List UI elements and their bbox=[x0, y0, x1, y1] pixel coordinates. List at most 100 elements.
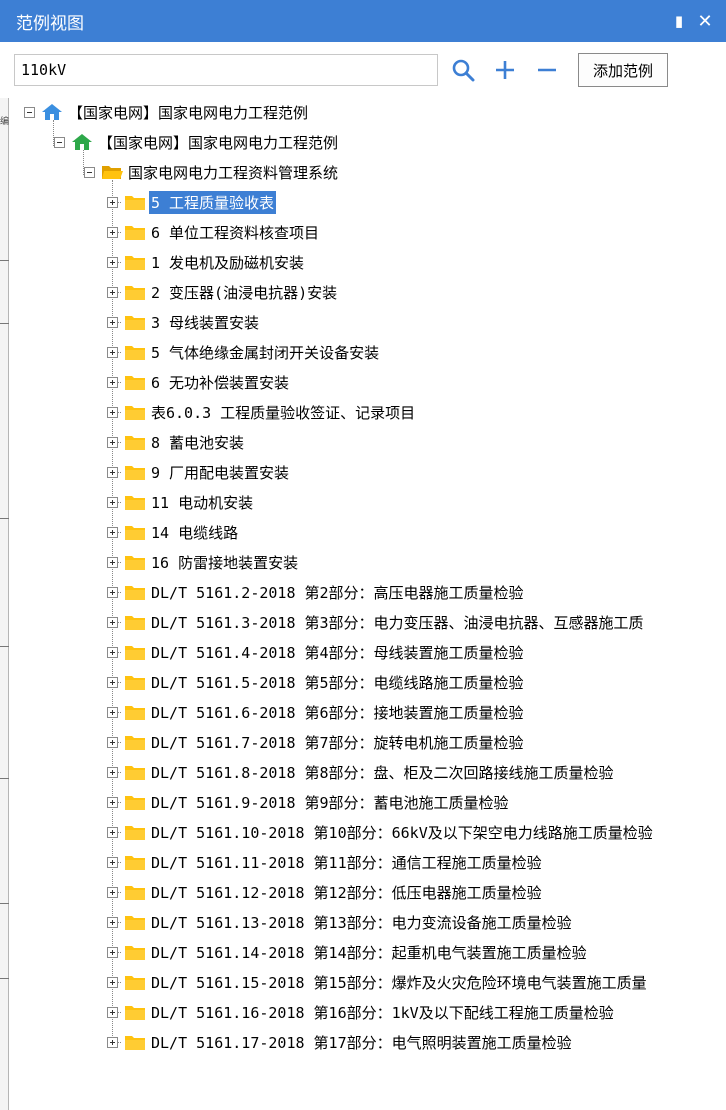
tree-item[interactable]: DL/T 5161.17-2018 第17部分：电气照明装置施工质量检验 bbox=[107, 1028, 574, 1056]
tree-item[interactable]: 11 电动机安装 bbox=[107, 488, 255, 516]
folder-icon bbox=[124, 703, 146, 721]
expand-toggle[interactable] bbox=[107, 466, 118, 478]
left-panel-divider bbox=[0, 978, 9, 979]
expand-toggle[interactable] bbox=[107, 706, 118, 718]
zoom-out-button[interactable] bbox=[530, 53, 564, 87]
expand-toggle[interactable] bbox=[107, 856, 118, 868]
tree-item[interactable]: DL/T 5161.8-2018 第8部分：盘、柜及二次回路接线施工质量检验 bbox=[107, 758, 616, 786]
expand-toggle[interactable] bbox=[107, 406, 118, 418]
tree-item-label: DL/T 5161.14-2018 第14部分：起重机电气装置施工质量检验 bbox=[151, 943, 587, 962]
tree-item[interactable]: 5 气体绝缘金属封闭开关设备安装 bbox=[107, 338, 381, 366]
left-panel-edge: 编 bbox=[0, 98, 9, 1110]
folder-icon bbox=[124, 853, 146, 871]
folder-icon bbox=[124, 553, 146, 571]
expand-toggle[interactable] bbox=[107, 256, 118, 268]
expand-toggle[interactable] bbox=[107, 616, 118, 628]
tree-item[interactable]: 9 厂用配电装置安装 bbox=[107, 458, 291, 486]
folder-icon bbox=[124, 883, 146, 901]
tree-item[interactable]: 1 发电机及励磁机安装 bbox=[107, 248, 306, 276]
folder-icon bbox=[124, 283, 146, 301]
tree-item-label: 5 气体绝缘金属封闭开关设备安装 bbox=[151, 343, 380, 362]
tree-item-label: 11 电动机安装 bbox=[151, 493, 254, 512]
tree-item[interactable]: 表6.0.3 工程质量验收签证、记录项目 bbox=[107, 398, 417, 426]
tree-item[interactable]: 16 防雷接地装置安装 bbox=[107, 548, 300, 576]
collapse-toggle[interactable] bbox=[84, 166, 95, 178]
tree-item[interactable]: DL/T 5161.16-2018 第16部分：1kV及以下配线工程施工质量检验 bbox=[107, 998, 616, 1026]
tree-item[interactable]: DL/T 5161.13-2018 第13部分：电力变流设备施工质量检验 bbox=[107, 908, 574, 936]
tree-item[interactable]: DL/T 5161.5-2018 第5部分：电缆线路施工质量检验 bbox=[107, 668, 526, 696]
tree-item[interactable]: DL/T 5161.6-2018 第6部分：接地装置施工质量检验 bbox=[107, 698, 526, 726]
tree-item[interactable]: DL/T 5161.12-2018 第12部分：低压电器施工质量检验 bbox=[107, 878, 544, 906]
expand-toggle[interactable] bbox=[107, 736, 118, 748]
collapse-toggle[interactable] bbox=[24, 106, 35, 118]
tree-item-label: 6 无功补偿装置安装 bbox=[151, 373, 290, 392]
folder-icon bbox=[124, 373, 146, 391]
expand-toggle[interactable] bbox=[107, 766, 118, 778]
search-input[interactable] bbox=[14, 54, 438, 86]
tree-item-label: DL/T 5161.17-2018 第17部分：电气照明装置施工质量检验 bbox=[151, 1033, 572, 1052]
folder-icon bbox=[124, 613, 146, 631]
tree-node-child[interactable]: 【国家电网】国家电网电力工程范例 bbox=[54, 128, 340, 156]
tree-node-system[interactable]: 国家电网电力工程资料管理系统 bbox=[84, 158, 340, 186]
tree-item-label-selected: 5 工程质量验收表 bbox=[149, 190, 277, 214]
tree-item[interactable]: 6 单位工程资料核查项目 bbox=[107, 218, 321, 246]
expand-toggle[interactable] bbox=[107, 676, 118, 688]
expand-toggle[interactable] bbox=[107, 886, 118, 898]
add-example-button[interactable]: 添加范例 bbox=[578, 53, 669, 87]
expand-toggle[interactable] bbox=[107, 826, 118, 838]
tree-item-label: 1 发电机及励磁机安装 bbox=[151, 253, 305, 272]
expand-toggle[interactable] bbox=[107, 976, 118, 988]
collapse-toggle[interactable] bbox=[54, 136, 65, 148]
pin-icon[interactable]: ▮ bbox=[666, 12, 692, 30]
tree-item[interactable]: DL/T 5161.3-2018 第3部分：电力变压器、油浸电抗器、互感器施工质 bbox=[107, 608, 646, 636]
tree-item-label: 2 变压器(油浸电抗器)安装 bbox=[151, 283, 338, 302]
expand-toggle[interactable] bbox=[107, 586, 118, 598]
expand-toggle[interactable] bbox=[107, 646, 118, 658]
folder-icon bbox=[124, 343, 146, 361]
expand-toggle[interactable] bbox=[107, 376, 118, 388]
left-panel-stub-label: 编 bbox=[0, 117, 10, 127]
expand-toggle[interactable] bbox=[107, 436, 118, 448]
zoom-in-button[interactable] bbox=[488, 53, 522, 87]
folder-icon bbox=[124, 463, 146, 481]
expand-toggle[interactable] bbox=[107, 496, 118, 508]
expand-toggle[interactable] bbox=[107, 526, 118, 538]
close-icon[interactable]: ✕ bbox=[692, 11, 718, 32]
home-icon bbox=[71, 133, 93, 151]
expand-toggle[interactable] bbox=[107, 226, 118, 238]
tree-node-label: 【国家电网】国家电网电力工程范例 bbox=[68, 103, 309, 122]
folder-icon bbox=[124, 523, 146, 541]
expand-toggle[interactable] bbox=[107, 796, 118, 808]
expand-toggle[interactable] bbox=[107, 196, 118, 208]
search-button[interactable] bbox=[446, 53, 480, 87]
tree-item[interactable]: DL/T 5161.11-2018 第11部分：通信工程施工质量检验 bbox=[107, 848, 544, 876]
tree-item-label: DL/T 5161.13-2018 第13部分：电力变流设备施工质量检验 bbox=[151, 913, 572, 932]
tree-item[interactable]: 5 工程质量验收表 bbox=[107, 188, 277, 216]
tree-item[interactable]: DL/T 5161.10-2018 第10部分：66kV及以下架空电力线路施工质… bbox=[107, 818, 655, 846]
expand-toggle[interactable] bbox=[107, 946, 118, 958]
tree-item[interactable]: 3 母线装置安装 bbox=[107, 308, 261, 336]
tree-item[interactable]: DL/T 5161.14-2018 第14部分：起重机电气装置施工质量检验 bbox=[107, 938, 589, 966]
tree-item[interactable]: DL/T 5161.7-2018 第7部分：旋转电机施工质量检验 bbox=[107, 728, 526, 756]
tree-node-root[interactable]: 【国家电网】国家电网电力工程范例 bbox=[24, 98, 310, 126]
expand-toggle[interactable] bbox=[107, 1006, 118, 1018]
tree-item[interactable]: 14 电缆线路 bbox=[107, 518, 240, 546]
tree-item-label: DL/T 5161.10-2018 第10部分：66kV及以下架空电力线路施工质… bbox=[151, 823, 653, 842]
expand-toggle[interactable] bbox=[107, 286, 118, 298]
tree-item[interactable]: DL/T 5161.15-2018 第15部分：爆炸及火灾危险环境电气装置施工质… bbox=[107, 968, 649, 996]
tree-item[interactable]: 2 变压器(油浸电抗器)安装 bbox=[107, 278, 339, 306]
example-tree[interactable]: 【国家电网】国家电网电力工程范例 【国家电网】国家电网电力工程范例 国家电网电力… bbox=[10, 98, 726, 1110]
expand-toggle[interactable] bbox=[107, 1036, 118, 1048]
tree-item-label: DL/T 5161.11-2018 第11部分：通信工程施工质量检验 bbox=[151, 853, 542, 872]
tree-item[interactable]: DL/T 5161.4-2018 第4部分：母线装置施工质量检验 bbox=[107, 638, 526, 666]
expand-toggle[interactable] bbox=[107, 556, 118, 568]
folder-icon bbox=[124, 1033, 146, 1051]
left-panel-divider bbox=[0, 518, 9, 519]
expand-toggle[interactable] bbox=[107, 346, 118, 358]
tree-item[interactable]: DL/T 5161.2-2018 第2部分：高压电器施工质量检验 bbox=[107, 578, 526, 606]
tree-item[interactable]: 8 蓄电池安装 bbox=[107, 428, 246, 456]
expand-toggle[interactable] bbox=[107, 916, 118, 928]
expand-toggle[interactable] bbox=[107, 316, 118, 328]
tree-item[interactable]: 6 无功补偿装置安装 bbox=[107, 368, 291, 396]
tree-item[interactable]: DL/T 5161.9-2018 第9部分：蓄电池施工质量检验 bbox=[107, 788, 511, 816]
